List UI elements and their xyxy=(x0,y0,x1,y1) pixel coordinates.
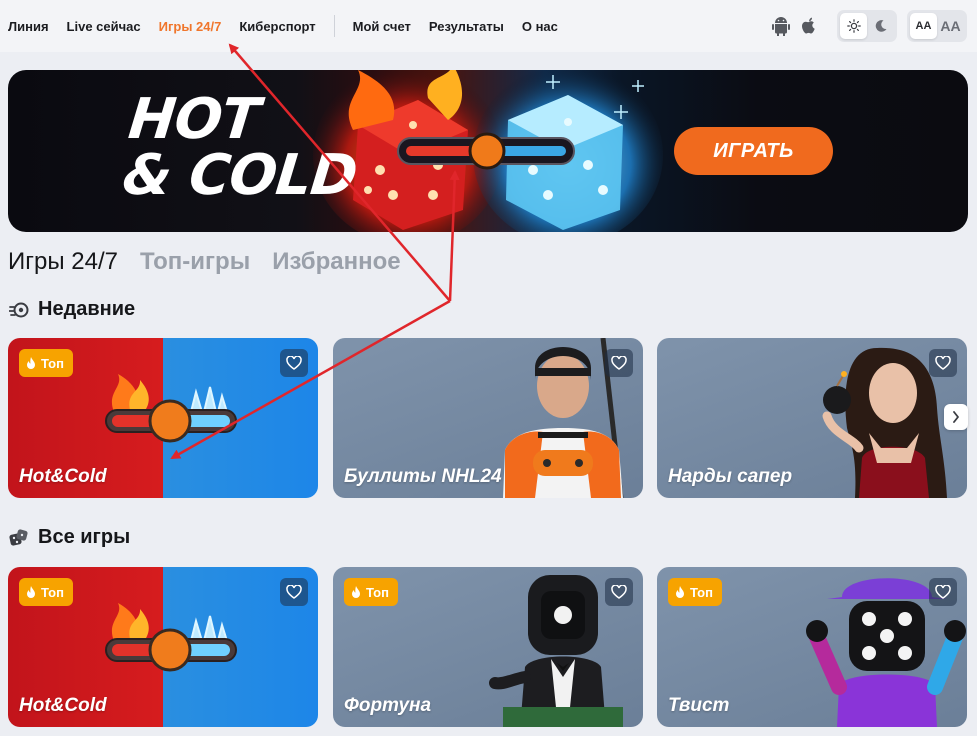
top-navigation: Линия Live сейчас Игры 24/7 Киберспорт М… xyxy=(0,0,977,52)
badge-label: Топ xyxy=(41,584,64,600)
font-size-toggle: AA AA xyxy=(907,10,967,42)
favorite-heart-icon[interactable] xyxy=(605,578,633,606)
sun-icon[interactable] xyxy=(840,13,867,39)
game-card-title: Буллиты NHL24 xyxy=(344,466,502,487)
tab-games-24-7[interactable]: Игры 24/7 xyxy=(8,248,118,276)
badge-label: Топ xyxy=(41,355,64,371)
nav-link-about[interactable]: О нас xyxy=(522,19,558,34)
top-badge: Топ xyxy=(668,578,722,606)
tab-top-games[interactable]: Топ-игры xyxy=(140,248,250,276)
android-icon[interactable] xyxy=(771,15,791,37)
carousel-next-chevron-icon[interactable] xyxy=(944,404,968,430)
favorite-heart-icon[interactable] xyxy=(929,349,957,377)
banner-title-line-1: HOT xyxy=(125,87,263,152)
fire-icon xyxy=(351,585,361,599)
game-card-nhl-shootout[interactable]: Буллиты NHL24 xyxy=(333,338,643,498)
apple-icon[interactable] xyxy=(799,15,819,37)
top-badge: Топ xyxy=(19,349,73,377)
promo-banner[interactable]: HOT & COLD ИГРАТЬ xyxy=(8,70,968,232)
games-tabs: Игры 24/7 Топ-игры Избранное xyxy=(8,248,423,276)
nav-link-line[interactable]: Линия xyxy=(8,19,49,34)
favorite-heart-icon[interactable] xyxy=(929,578,957,606)
section-title-recent: Недавние xyxy=(8,298,135,321)
section-title-all-games: Все игры xyxy=(8,526,130,549)
recent-icon xyxy=(8,299,30,321)
banner-title: HOT & COLD xyxy=(119,87,365,208)
nav-link-live[interactable]: Live сейчас xyxy=(67,19,141,34)
game-card-hot-cold[interactable]: Топ Hot&Cold xyxy=(8,338,318,498)
nav-link-games-24-7[interactable]: Игры 24/7 xyxy=(159,19,222,34)
game-card-title: Hot&Cold xyxy=(19,695,107,716)
banner-title-line-2: & COLD xyxy=(119,143,360,208)
nav-link-esports[interactable]: Киберспорт xyxy=(239,19,315,34)
badge-label: Топ xyxy=(366,584,389,600)
nav-utilities: AA AA xyxy=(771,10,967,42)
top-badge: Топ xyxy=(344,578,398,606)
play-button[interactable]: ИГРАТЬ xyxy=(674,127,833,175)
theme-toggle xyxy=(837,10,897,42)
game-card-title: Нарды сапер xyxy=(668,466,793,487)
section-title-text: Недавние xyxy=(38,298,136,320)
favorite-heart-icon[interactable] xyxy=(605,349,633,377)
fire-icon xyxy=(675,585,685,599)
nav-link-my-account[interactable]: Мой счет xyxy=(353,19,411,34)
fire-icon xyxy=(26,585,36,599)
nav-link-results[interactable]: Результаты xyxy=(429,19,504,34)
game-card-twist[interactable]: Топ Твист xyxy=(657,567,967,727)
game-card-backgammon-mines[interactable]: Нарды сапер xyxy=(657,338,967,498)
tab-favorites[interactable]: Избранное xyxy=(272,248,400,276)
hot-cold-artwork xyxy=(105,603,237,672)
hot-cold-artwork xyxy=(105,374,237,443)
favorite-heart-icon[interactable] xyxy=(280,578,308,606)
favorite-heart-icon[interactable] xyxy=(280,349,308,377)
fire-icon xyxy=(26,356,36,370)
game-card-title: Hot&Cold xyxy=(19,466,107,487)
game-card-title: Твист xyxy=(668,695,730,716)
font-size-small-button[interactable]: AA xyxy=(910,13,937,39)
section-title-text: Все игры xyxy=(38,526,131,548)
game-card-fortuna[interactable]: Топ Фортуна xyxy=(333,567,643,727)
font-size-large-button[interactable]: AA xyxy=(937,13,964,39)
game-card-title: Фортуна xyxy=(344,695,432,716)
dice-icon xyxy=(8,527,30,549)
nav-divider xyxy=(333,15,335,37)
moon-icon[interactable] xyxy=(867,13,894,39)
game-card-hot-cold[interactable]: Топ Hot&Cold xyxy=(8,567,318,727)
badge-label: Топ xyxy=(690,584,713,600)
top-badge: Топ xyxy=(19,578,73,606)
